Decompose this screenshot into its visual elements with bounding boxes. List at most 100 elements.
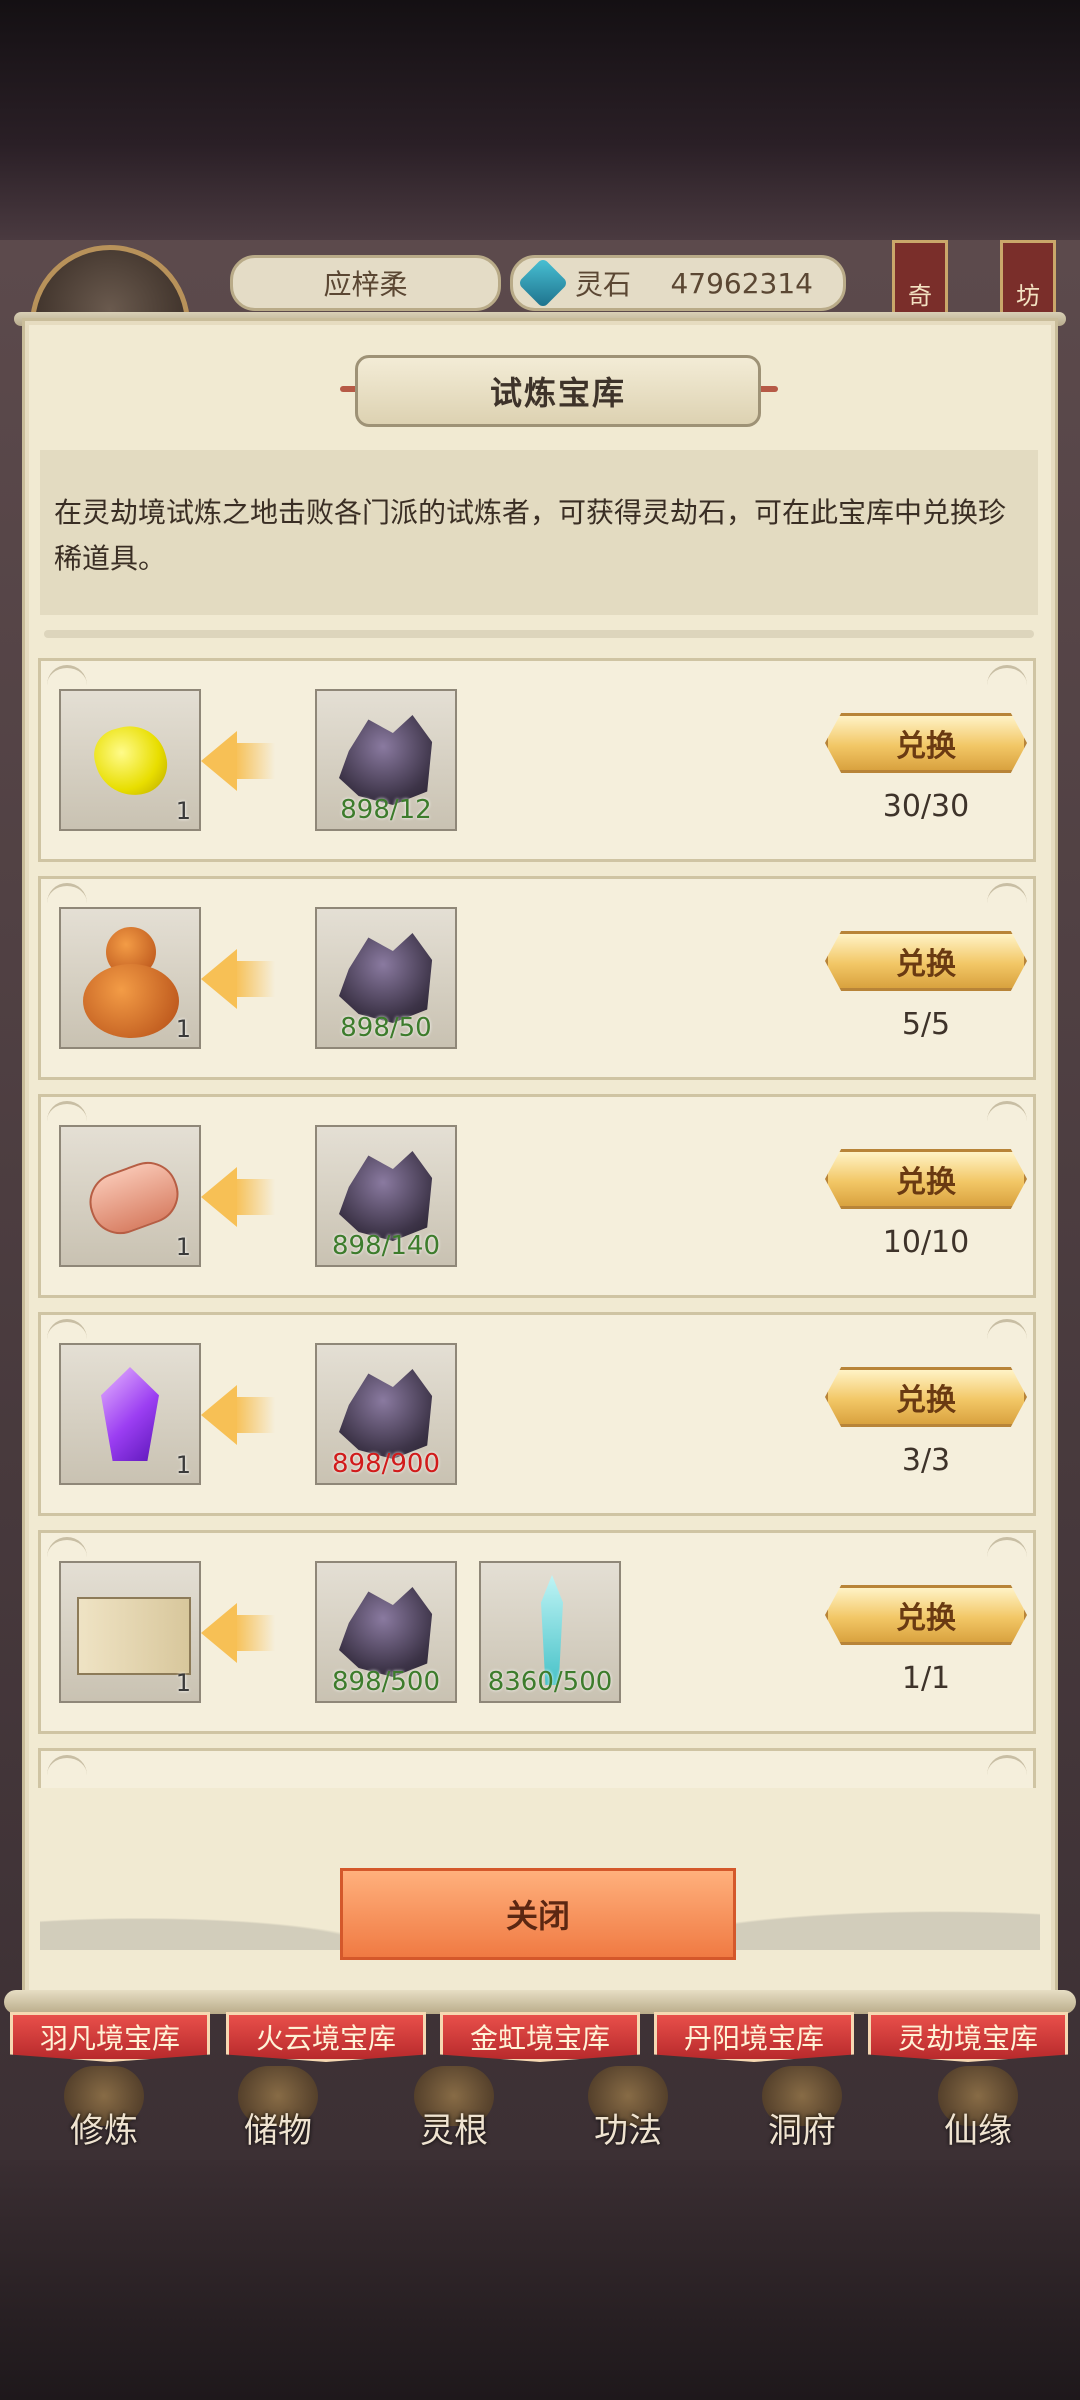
exchange-limit: 5/5 (901, 1007, 951, 1042)
arrow-tail (235, 743, 275, 779)
nav-cave[interactable]: 洞府 (732, 2066, 872, 2160)
exchange-limit: 1/1 (901, 1661, 951, 1696)
exchange-row (38, 1748, 1036, 1788)
arrow-tail (235, 961, 275, 997)
reward-qty: 1 (175, 797, 191, 825)
arrow-left-icon (201, 1167, 237, 1227)
exchange-row: 1 898/900 兑换 3/3 (38, 1312, 1036, 1516)
scroll-rod-bottom (4, 1990, 1076, 2014)
reward-slot[interactable]: 1 (59, 1125, 201, 1267)
reward-slot[interactable]: 1 (59, 1561, 201, 1703)
nav-label: 灵根 (420, 2111, 488, 2151)
cost-slot[interactable]: 8360/500 (479, 1561, 621, 1703)
exchange-limit: 3/3 (901, 1443, 951, 1478)
arrow-left-icon (201, 731, 237, 791)
corner-ornament (47, 1101, 87, 1124)
close-button[interactable]: 关闭 (340, 1868, 736, 1960)
player-name: 应梓柔 (230, 255, 501, 311)
corner-ornament (47, 1319, 87, 1342)
cost-slot[interactable]: 898/500 (315, 1561, 457, 1703)
book-icon (77, 1597, 191, 1675)
top-background (0, 0, 1080, 240)
purple-rock-icon (339, 1369, 433, 1459)
corner-ornament (47, 1755, 87, 1778)
nav-label: 修炼 (70, 2111, 138, 2151)
exchange-button[interactable]: 兑换 (825, 1585, 1027, 1645)
arrow-tail (235, 1615, 275, 1651)
cost-count: 8360/500 (487, 1667, 613, 1697)
arrow-tail (235, 1179, 275, 1215)
cost-slot[interactable]: 898/900 (315, 1343, 457, 1485)
currency-label: 灵石 (575, 268, 632, 301)
corner-ornament (987, 1319, 1027, 1342)
arrow-left-icon (201, 1603, 237, 1663)
cost-slot[interactable]: 898/140 (315, 1125, 457, 1267)
exchange-button[interactable]: 兑换 (825, 713, 1027, 773)
side-tab-fang[interactable]: 坊 (1000, 240, 1056, 320)
tab-jinhong-treasury[interactable]: 金虹境宝库 (440, 2012, 640, 2062)
corner-ornament (47, 883, 87, 906)
tab-danyang-treasury[interactable]: 丹阳境宝库 (654, 2012, 854, 2062)
cost-count: 898/50 (340, 1013, 432, 1043)
tab-huoyun-treasury[interactable]: 火云境宝库 (226, 2012, 426, 2062)
corner-ornament (47, 1537, 87, 1560)
nav-label: 洞府 (768, 2111, 836, 2151)
panel-title: 试炼宝库 (355, 355, 761, 427)
reward-qty: 1 (175, 1451, 191, 1479)
nav-label: 储物 (244, 2111, 312, 2151)
corner-ornament (987, 1101, 1027, 1124)
exchange-limit: 30/30 (882, 789, 970, 824)
bottom-background (0, 2160, 1080, 2400)
yellow-stone-icon (88, 718, 174, 804)
arrow-left-icon (201, 949, 237, 1009)
treasury-tabbar: 羽凡境宝库 火云境宝库 金虹境宝库 丹阳境宝库 灵劫境宝库 (0, 2012, 1080, 2064)
exchange-row: 1 898/50 兑换 5/5 (38, 876, 1036, 1080)
reward-qty: 1 (175, 1015, 191, 1043)
reward-slot[interactable]: 1 (59, 907, 201, 1049)
cost-slot[interactable]: 898/50 (315, 907, 457, 1049)
cost-count: 898/500 (331, 1667, 440, 1697)
cost-count-insufficient: 898/900 (331, 1449, 440, 1479)
corner-ornament (987, 1537, 1027, 1560)
nav-cultivate[interactable]: 修炼 (34, 2066, 174, 2160)
exchange-row: 1 898/140 兑换 10/10 (38, 1094, 1036, 1298)
reward-slot[interactable]: 1 (59, 1343, 201, 1485)
cost-slot[interactable]: 898/12 (315, 689, 457, 831)
bottom-nav: 修炼 储物 灵根 功法 洞府 仙缘 (0, 2066, 1080, 2160)
spirit-stone-icon (517, 257, 569, 309)
exchange-list[interactable]: 1 898/12 兑换 30/30 1 898/50 兑换 5/5 1 898/… (38, 658, 1038, 1788)
nav-label: 功法 (594, 2111, 662, 2151)
tab-yufan-treasury[interactable]: 羽凡境宝库 (10, 2012, 210, 2062)
arrow-left-icon (201, 1385, 237, 1445)
exchange-button[interactable]: 兑换 (825, 931, 1027, 991)
exchange-button[interactable]: 兑换 (825, 1367, 1027, 1427)
gourd-body (83, 964, 179, 1038)
reward-qty: 1 (175, 1233, 191, 1261)
nav-fate[interactable]: 仙缘 (908, 2066, 1048, 2160)
panel-description: 在灵劫境试炼之地击败各门派的试炼者，可获得灵劫石，可在此宝库中兑换珍稀道具。 (40, 450, 1038, 615)
exchange-button[interactable]: 兑换 (825, 1149, 1027, 1209)
purple-rock-icon (339, 1151, 433, 1241)
cost-count: 898/12 (340, 795, 432, 825)
exchange-row: 1 898/12 兑换 30/30 (38, 658, 1036, 862)
exchange-row: 1 898/500 8360/500 兑换 1/1 (38, 1530, 1036, 1734)
corner-ornament (987, 883, 1027, 906)
purple-rock-icon (339, 1587, 433, 1677)
nav-technique[interactable]: 功法 (558, 2066, 698, 2160)
nav-storage[interactable]: 储物 (208, 2066, 348, 2160)
corner-ornament (987, 665, 1027, 688)
currency-value: 47962314 (670, 266, 813, 300)
purple-rock-icon (339, 933, 433, 1023)
arrow-tail (235, 1397, 275, 1433)
side-tab-qi[interactable]: 奇 (892, 240, 948, 320)
reward-qty: 1 (175, 1669, 191, 1697)
nav-spirit-root[interactable]: 灵根 (384, 2066, 524, 2160)
currency-display: 灵石 47962314 (510, 255, 846, 311)
nav-label: 仙缘 (944, 2111, 1012, 2151)
reward-slot[interactable]: 1 (59, 689, 201, 831)
purple-crystal-icon (101, 1367, 159, 1461)
corner-ornament (987, 1755, 1027, 1778)
divider (44, 630, 1034, 638)
scroll-icon (81, 1153, 187, 1243)
tab-lingjie-treasury[interactable]: 灵劫境宝库 (868, 2012, 1068, 2062)
